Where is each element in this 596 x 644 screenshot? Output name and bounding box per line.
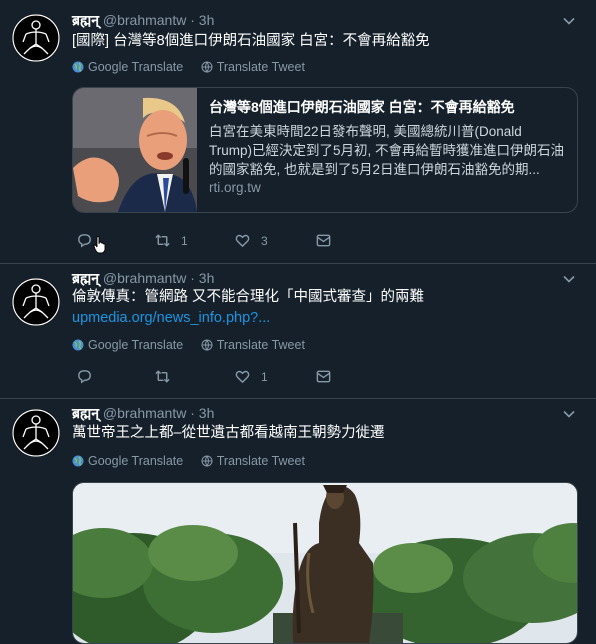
translate-tweet-link[interactable]: Translate Tweet xyxy=(201,338,305,352)
retweet-icon xyxy=(155,234,170,247)
google-translate-link[interactable]: Google Translate xyxy=(72,338,183,352)
google-translate-link[interactable]: Google Translate xyxy=(72,60,183,74)
user-handle[interactable]: @brahmantw xyxy=(103,12,186,28)
google-translate-label: Google Translate xyxy=(88,454,184,468)
translate-tweet-label: Translate Tweet xyxy=(216,60,305,74)
tweet-text: 倫敦傳真：管網路 又不能合理化「中國式審查」的兩難 upmedia.org/ne… xyxy=(72,287,572,329)
share-button[interactable] xyxy=(315,368,332,385)
display-name[interactable]: ब्रह्मन् xyxy=(72,405,99,421)
like-count: 1 xyxy=(261,369,268,384)
retweet-button[interactable] xyxy=(154,368,181,385)
like-count: 3 xyxy=(261,233,268,248)
globe-icon xyxy=(201,339,213,351)
translate-tweet-label: Translate Tweet xyxy=(216,454,305,468)
separator: · xyxy=(190,405,195,421)
google-translate-label: Google Translate xyxy=(88,338,184,352)
tweet[interactable]: ब्रह्मन् @brahmantw · 3h 倫敦傳真：管網路 又不能合理化… xyxy=(0,264,596,399)
link-card[interactable]: 台灣等8個進口伊朗石油國家 白宮：不會再給豁免 白宮在美東時間22日發布聲明, … xyxy=(72,87,578,213)
retweet-count: 1 xyxy=(181,233,188,248)
retweet-icon xyxy=(155,370,170,383)
card-thumbnail xyxy=(73,88,197,212)
globe-icon xyxy=(201,61,213,73)
tweet-text: [國際] 台灣等8個進口伊朗石油國家 白宮：不會再給豁免 xyxy=(72,33,430,49)
reply-button[interactable] xyxy=(76,368,103,385)
user-handle[interactable]: @brahmantw xyxy=(103,405,186,421)
translate-row: Google Translate Translate Tweet xyxy=(72,60,319,76)
user-handle[interactable]: @brahmantw xyxy=(103,270,186,286)
tweet-media-image[interactable] xyxy=(72,482,578,644)
globe-icon xyxy=(72,455,84,467)
hand-cursor-icon xyxy=(93,236,106,254)
card-description: 白宮在美東時間22日發布聲明, 美國總統川普(Donald Trump)已經決定… xyxy=(209,124,565,177)
separator: · xyxy=(190,12,195,28)
avatar-figure-icon xyxy=(12,278,60,326)
translate-row: Google Translate Translate Tweet xyxy=(72,454,319,470)
statue-photo xyxy=(73,483,577,643)
tweet[interactable]: ब्रह्मन् @brahmantw · 3h [國際] 台灣等8個進口伊朗石… xyxy=(0,0,596,264)
translate-tweet-label: Translate Tweet xyxy=(216,338,305,352)
timestamp[interactable]: 3h xyxy=(199,405,215,421)
tweet-text-body: 倫敦傳真：管網路 又不能合理化「中國式審查」的兩難 xyxy=(72,289,425,305)
translate-tweet-link[interactable]: Translate Tweet xyxy=(201,60,305,74)
share-button[interactable] xyxy=(315,232,332,249)
tweet-actions: 1 3 xyxy=(72,232,492,252)
timestamp[interactable]: 3h xyxy=(199,270,215,286)
like-button[interactable]: 1 xyxy=(234,368,268,385)
share-icon xyxy=(316,370,331,383)
avatar[interactable] xyxy=(12,409,60,457)
avatar[interactable] xyxy=(12,278,60,326)
globe-icon xyxy=(72,339,84,351)
like-icon xyxy=(235,370,250,384)
avatar-figure-icon xyxy=(12,409,60,457)
display-name[interactable]: ब्रह्मन् xyxy=(72,270,99,286)
chevron-down-icon[interactable] xyxy=(562,407,576,421)
translate-row: Google Translate Translate Tweet xyxy=(72,338,319,354)
card-domain: rti.org.tw xyxy=(209,180,261,195)
tweet-text: 萬世帝王之上都–從世遺古都看越南王朝勢力徙遷 xyxy=(72,425,385,441)
tweet-header: ब्रह्मन् @brahmantw · 3h xyxy=(72,404,214,423)
separator: · xyxy=(190,270,195,286)
tweet-link[interactable]: upmedia.org/news_info.php?... xyxy=(72,310,270,326)
retweet-button[interactable]: 1 xyxy=(154,232,188,249)
timestamp[interactable]: 3h xyxy=(199,12,215,28)
avatar-figure-icon xyxy=(12,14,60,62)
google-translate-link[interactable]: Google Translate xyxy=(72,454,183,468)
globe-icon xyxy=(201,455,213,467)
avatar[interactable] xyxy=(12,14,60,62)
chevron-down-icon[interactable] xyxy=(562,272,576,286)
like-button[interactable]: 3 xyxy=(234,232,268,249)
reply-icon xyxy=(78,234,91,248)
translate-tweet-link[interactable]: Translate Tweet xyxy=(201,454,305,468)
tweet-actions: 1 xyxy=(72,368,492,388)
tweet-header: ब्रह्मन् @brahmantw · 3h xyxy=(72,269,214,288)
tweet-header: ब्रह्मन् @brahmantw · 3h xyxy=(72,11,214,30)
card-title: 台灣等8個進口伊朗石油國家 白宮：不會再給豁免 xyxy=(209,99,515,115)
like-icon xyxy=(235,234,250,248)
display-name[interactable]: ब्रह्मन् xyxy=(72,12,99,28)
google-translate-label: Google Translate xyxy=(88,60,184,74)
share-icon xyxy=(316,234,331,247)
chevron-down-icon[interactable] xyxy=(562,14,576,28)
globe-icon xyxy=(72,61,84,73)
reply-icon xyxy=(78,370,91,384)
